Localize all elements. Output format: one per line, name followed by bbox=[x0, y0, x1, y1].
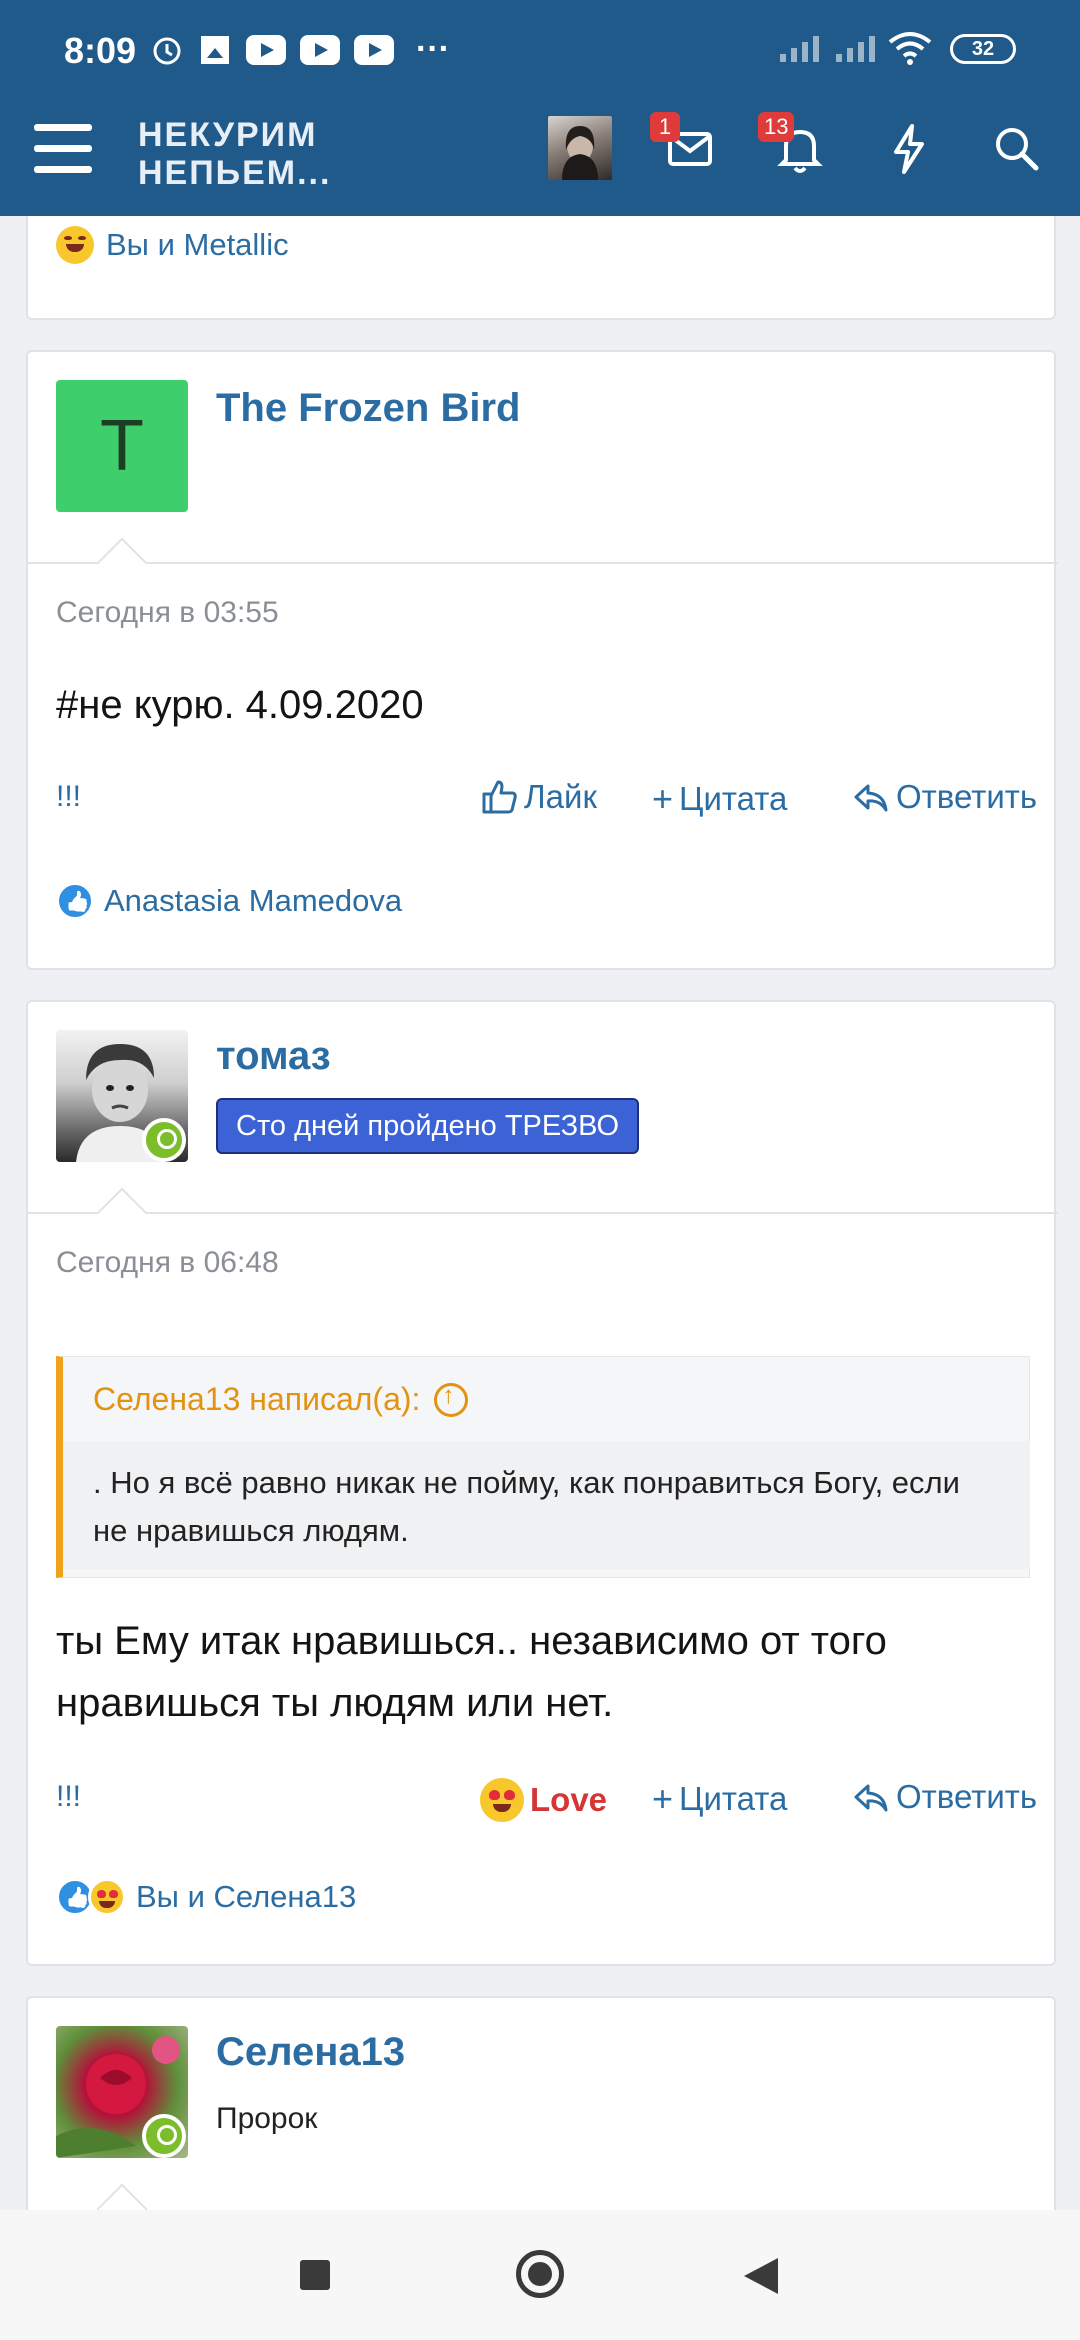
alarm-icon bbox=[153, 37, 181, 64]
reaction-users: Anastasia Mamedova bbox=[104, 883, 403, 918]
quote-author: Селена13 написал(а): bbox=[93, 1381, 421, 1417]
post-message: #не курю. 4.09.2020 bbox=[56, 683, 424, 727]
status-icons: ··· bbox=[150, 30, 450, 69]
online-status-icon bbox=[142, 1118, 186, 1162]
post-date[interactable]: Сегодня в 06:48 bbox=[56, 1246, 279, 1280]
post-username[interactable]: The Frozen Bird bbox=[216, 386, 520, 431]
quote-block: Селена13 написал(а): . Но я всё равно ни… bbox=[56, 1356, 1030, 1578]
photo-app-icon bbox=[201, 35, 229, 64]
post-card: Селена13 Пророк bbox=[26, 1996, 1056, 2236]
plus-icon: + bbox=[652, 778, 674, 819]
reply-button[interactable]: Ответить bbox=[852, 778, 1037, 816]
love-reaction-button[interactable]: Love bbox=[480, 1778, 607, 1822]
quote-button[interactable]: + Цитата bbox=[652, 778, 787, 820]
user-banner: Сто дней пройдено ТРЕЗВО bbox=[216, 1098, 640, 1154]
app-header: НЕКУРИМ НЕПЬЕМ... 1 13 bbox=[0, 98, 1080, 216]
like-emoji-icon bbox=[56, 882, 94, 920]
bookmark-action[interactable]: !!! bbox=[56, 1780, 81, 1814]
notch bbox=[96, 1187, 148, 1239]
reaction-users: Вы и Metallic bbox=[106, 227, 289, 262]
post-card: томаз Сто дней пройдено ТРЕЗВО Сегодня в… bbox=[26, 1000, 1058, 1966]
quote-author-link[interactable]: Селена13 написал(а): bbox=[93, 1381, 469, 1418]
menu-icon[interactable] bbox=[34, 124, 92, 174]
quote-button[interactable]: + Цитата bbox=[652, 1778, 787, 1820]
reply-button[interactable]: Ответить bbox=[852, 1778, 1037, 1816]
like-button[interactable]: Лайк bbox=[480, 778, 597, 816]
quote-label: Цитата bbox=[679, 1780, 788, 1817]
status-time: 8:09 bbox=[64, 30, 137, 71]
post-actions: !!! Love + Цитата Ответить bbox=[56, 1774, 1052, 1824]
reaction-users: Вы и Селена13 bbox=[136, 1879, 357, 1914]
youtube-icon bbox=[246, 34, 286, 65]
heart-eyes-icon bbox=[480, 1778, 524, 1822]
search-icon[interactable] bbox=[986, 118, 1046, 178]
notch bbox=[96, 537, 148, 589]
thumbs-up-icon bbox=[482, 780, 517, 814]
jump-to-quote-icon[interactable] bbox=[434, 1382, 469, 1417]
plus-icon: + bbox=[652, 1778, 674, 1819]
top-bar: 8:09 ··· 32 НЕКУРИМ НЕПЬЕМ... 1 13 bbox=[0, 0, 1080, 216]
user-title: Пророк bbox=[216, 2102, 318, 2135]
post-username[interactable]: томаз bbox=[216, 1034, 331, 1079]
logo-line-1: НЕКУРИМ bbox=[138, 116, 318, 154]
inbox-badge: 1 bbox=[650, 112, 680, 142]
user-avatar[interactable] bbox=[548, 116, 612, 180]
back-button[interactable] bbox=[744, 2258, 778, 2294]
signal-icon bbox=[836, 36, 875, 62]
love-label: Love bbox=[530, 1781, 608, 1818]
reply-label: Ответить bbox=[896, 1778, 1038, 1815]
bookmark-action[interactable]: !!! bbox=[56, 780, 81, 814]
post-actions: !!! Лайк + Цитата Ответить bbox=[56, 774, 1052, 824]
quote-label: Цитата bbox=[679, 780, 788, 817]
reaction-summary[interactable]: Anastasia Mamedova bbox=[56, 882, 402, 920]
status-bar: 8:09 ··· 32 bbox=[0, 0, 1080, 98]
youtube-icon bbox=[354, 34, 394, 65]
reply-icon bbox=[854, 1784, 888, 1812]
divider bbox=[28, 1212, 1058, 1214]
like-label: Лайк bbox=[524, 778, 597, 815]
alerts-badge: 13 bbox=[758, 112, 795, 142]
post-message: ты Ему итак нравишься.. независимо от то… bbox=[56, 1619, 887, 1725]
home-button[interactable] bbox=[516, 2250, 564, 2298]
post-card: T The Frozen Bird Сегодня в 03:55 #не ку… bbox=[26, 350, 1058, 970]
youtube-icon bbox=[300, 34, 340, 65]
divider bbox=[28, 562, 1058, 564]
recents-button[interactable] bbox=[300, 2260, 330, 2290]
reply-label: Ответить bbox=[896, 778, 1038, 815]
more-notifications-icon: ··· bbox=[416, 30, 450, 68]
wifi-icon bbox=[888, 32, 932, 65]
online-status-icon bbox=[142, 2114, 186, 2158]
lightning-icon[interactable] bbox=[878, 118, 938, 178]
post-username[interactable]: Селена13 bbox=[216, 2030, 405, 2075]
quote-text: . Но я всё равно никак не пойму, как пон… bbox=[63, 1441, 1030, 1569]
rofl-emoji-icon bbox=[56, 226, 94, 264]
post-date[interactable]: Сегодня в 03:55 bbox=[56, 596, 279, 630]
avatar-letter: T bbox=[100, 406, 144, 486]
heart-eyes-emoji-icon bbox=[88, 1878, 126, 1916]
reply-icon bbox=[854, 784, 888, 812]
reaction-summary[interactable]: Вы и Metallic bbox=[56, 226, 289, 264]
avatar[interactable]: T bbox=[56, 380, 188, 512]
system-nav-bar bbox=[0, 2210, 1080, 2340]
logo-line-2: НЕПЬЕМ... bbox=[138, 154, 332, 192]
signal-icon bbox=[780, 36, 819, 62]
reaction-summary[interactable]: Вы и Селена13 bbox=[56, 1878, 356, 1916]
battery-indicator: 32 bbox=[950, 34, 1016, 64]
site-logo[interactable]: НЕКУРИМ НЕПЬЕМ... bbox=[138, 116, 331, 192]
